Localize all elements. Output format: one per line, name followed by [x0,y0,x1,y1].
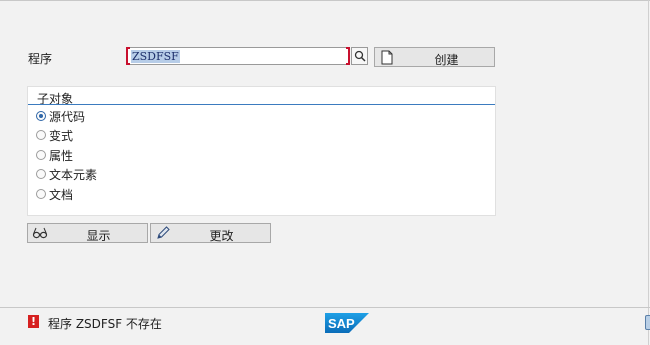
radio-label: 文档 [49,187,74,202]
radio-label: 属性 [49,148,74,163]
radio-documentation[interactable]: 文档 [36,185,73,203]
radio-unselected-icon [36,169,46,179]
status-message: 程序 ZSDFSF 不存在 [48,317,162,331]
change-button-label: 更改 [209,229,234,243]
create-button[interactable]: 创建 [374,47,495,67]
required-marker-left [126,47,130,65]
program-input[interactable]: ZSDFSF [126,47,350,65]
radio-unselected-icon [36,150,46,160]
display-button-label: 显示 [86,229,111,243]
program-label: 程序 [28,52,53,66]
session-indicator-icon[interactable] [645,315,650,330]
radio-label: 文本元素 [49,167,98,182]
radio-text-elements[interactable]: 文本元素 [36,165,97,183]
radio-source-code[interactable]: 源代码 [36,107,85,125]
subobject-group: 子对象 源代码 变式 属性 文本元素 文档 [27,86,496,216]
sap-logo-text: SAP [328,316,355,331]
radio-variant[interactable]: 变式 [36,126,73,144]
group-title-underline [28,104,495,105]
search-help-button[interactable] [351,47,368,65]
change-button[interactable]: 更改 [150,223,271,243]
radio-selected-icon [36,111,46,121]
display-button[interactable]: 显示 [27,223,148,243]
radio-label: 变式 [49,128,74,143]
sap-logo: SAP [325,313,369,333]
radio-label: 源代码 [49,109,86,124]
required-marker-right [346,47,350,65]
error-icon: ! [28,315,39,328]
radio-unselected-icon [36,130,46,140]
top-divider [0,0,650,1]
status-bar-divider [0,307,650,308]
radio-unselected-icon [36,189,46,199]
right-border [648,0,649,345]
create-button-label: 创建 [434,53,459,67]
magnifier-icon [354,50,366,62]
program-input-value: ZSDFSF [131,50,180,63]
radio-attributes[interactable]: 属性 [36,146,73,164]
